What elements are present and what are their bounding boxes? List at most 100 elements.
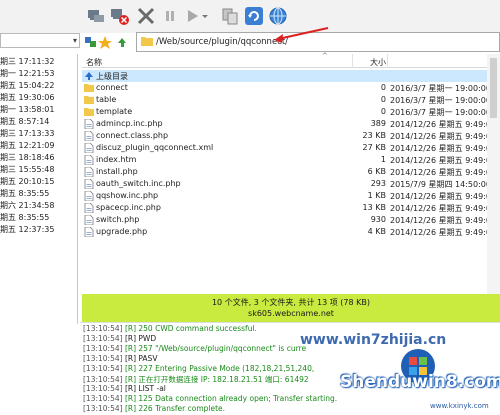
left-path-dropdown[interactable]: ▾ [0,33,80,48]
file-icon [84,130,94,142]
log-timestamp: [13:10:54] [83,384,123,393]
file-row[interactable]: discuz_plugin_qqconnect.xml 27 KB 2014/12/… [82,142,500,154]
log-line: [13:10:54] [R] PWD [83,334,156,343]
file-icon [84,118,94,130]
log-message: [R] PWD [124,334,157,343]
file-row[interactable]: index.htm 1 2014/12/26 星期五 9:49:00 [82,154,500,166]
file-name: upgrade.php [96,227,148,236]
local-file-row[interactable]: 期三 18:18:46 [0,152,54,164]
log-timestamp: [13:10:54] [83,344,123,353]
folder-row[interactable]: template 0 2016/3/7 星期一 19:00:00 [82,106,500,118]
parent-directory-row[interactable]: 上级目录 [82,70,500,82]
file-size: 0 [380,95,386,104]
log-timestamp: [13:10:54] [83,334,123,343]
file-name: install.php [96,167,138,176]
local-file-row[interactable]: 期五 19:30:06 [0,92,54,104]
file-row[interactable]: oauth_switch.inc.php 293 2015/7/9 星期四 14:5… [82,178,500,190]
globe-icon[interactable] [268,6,288,26]
file-row[interactable]: switch.php 930 2014/12/26 星期五 9:49:00 [82,214,500,226]
log-timestamp: [13:10:54] [83,324,123,333]
local-file-list: 期三 17:11:32 期一 12:21:53 期五 15:04:22 期五 19:3… [0,54,78,324]
file-row[interactable]: install.php 6 KB 2014/12/26 星期五 9:49:00 [82,166,500,178]
file-name: template [96,107,133,116]
file-icon [84,166,94,178]
stop-icon[interactable] [136,6,156,26]
folder-icon [84,83,94,93]
local-file-row[interactable]: 期一 13:58:01 [0,104,54,116]
file-size: 389 [370,119,386,128]
watermark-shenduwin8: Shenduwin8.com [340,372,500,392]
file-date: 2015/7/9 星期四 14:50:00 [390,180,491,189]
log-message: [R] 226 Transfer complete. [124,404,226,413]
log-timestamp: [13:10:54] [83,354,123,363]
local-file-row[interactable]: 期五 8:35:55 [0,212,49,224]
file-row[interactable]: spacecp.inc.php 13 KB 2014/12/26 星期五 9:49:… [82,202,500,214]
local-file-row[interactable]: 期五 12:21:09 [0,140,54,152]
disconnect-icon[interactable] [110,6,130,26]
column-divider[interactable] [387,54,388,68]
local-file-row[interactable]: 期六 21:34:58 [0,200,54,212]
scrollbar-thumb[interactable] [490,58,497,118]
folder-row[interactable]: connect 0 2016/3/7 星期一 19:00:00 [82,82,500,94]
play-dropdown-icon[interactable] [200,6,210,26]
file-name: connect.class.php [96,131,169,140]
file-row[interactable]: upgrade.php 4 KB 2014/12/26 星期五 9:49:00 [82,226,500,238]
remote-file-list: 名称 ^ 大小 上级目录 connect 0 2016/3/7 星期一 19:00:… [82,52,500,294]
file-name: spacecp.inc.php [96,203,161,212]
connect-icon[interactable] [86,6,106,26]
pause-icon[interactable] [160,6,180,26]
local-file-row[interactable]: 期五 8:35:55 [0,188,49,200]
file-date: 2016/3/7 星期一 19:00:00 [390,84,491,93]
local-file-row[interactable]: 期三 15:55:48 [0,164,54,176]
file-date: 2014/12/26 星期五 9:49:00 [390,156,497,165]
local-file-row[interactable]: 期五 12:37:35 [0,224,54,236]
file-list-scrollbar[interactable] [487,54,500,294]
queue-icon[interactable] [220,6,240,26]
log-timestamp: [13:10:54] [83,394,123,403]
column-divider[interactable] [352,54,353,68]
log-message: [R] 125 Data connection already open; Tr… [124,394,338,403]
file-date: 2016/3/7 星期一 19:00:00 [390,108,491,117]
log-timestamp: [13:10:54] [83,404,123,413]
column-header-size[interactable]: 大小 [370,57,386,68]
local-file-row[interactable]: 期五 20:10:15 [0,176,54,188]
file-row[interactable]: connect.class.php 23 KB 2014/12/26 星期五 9:4… [82,130,500,142]
file-size: 0 [380,107,386,116]
parent-directory-label: 上级目录 [96,72,128,81]
file-name: discuz_plugin_qqconnect.xml [96,143,214,152]
file-icon [84,214,94,226]
file-date: 2014/12/26 星期五 9:49:00 [390,168,497,177]
favorite-star-icon[interactable] [98,36,112,49]
file-icon [84,178,94,190]
local-file-row[interactable]: 期三 17:11:32 [0,56,54,68]
site-manager-icon[interactable] [85,37,96,47]
local-file-row[interactable]: 期三 17:13:33 [0,128,54,140]
status-summary: 10 个文件, 3 个文件夹, 共计 13 项 (78 KB) [211,298,371,307]
log-message: [R] PASV [124,354,158,363]
chevron-down-icon: ▾ [72,36,77,45]
status-bar: 10 个文件, 3 个文件夹, 共计 13 项 (78 KB) sk605.we… [82,294,500,322]
file-row[interactable]: qqshow.inc.php 1 KB 2014/12/26 星期五 9:49:00 [82,190,500,202]
file-date: 2014/12/26 星期五 9:49:00 [390,144,497,153]
log-line: [13:10:54] [R] 125 Data connection alrea… [83,394,337,403]
file-row[interactable]: admincp.inc.php 389 2014/12/26 星期五 9:49:00 [82,118,500,130]
address-path: /Web/source/plugin/qqconnect/ [156,37,289,47]
file-date: 2014/12/26 星期五 9:49:00 [390,132,497,141]
file-size: 930 [370,215,386,224]
local-file-row[interactable]: 期五 8:57:14 [0,116,49,128]
status-server: sk605.webcname.net [248,309,334,318]
column-header-name[interactable]: 名称 [86,57,102,68]
file-size: 4 KB [367,227,386,236]
file-name: table [96,95,117,104]
refresh-icon[interactable] [244,6,264,26]
log-timestamp: [13:10:54] [83,375,123,384]
up-folder-icon[interactable] [118,38,126,47]
file-name: admincp.inc.php [96,119,163,128]
log-line: [13:10:54] [R] LIST -al [83,384,166,393]
local-file-row[interactable]: 期一 12:21:53 [0,68,54,80]
play-icon[interactable] [182,6,202,26]
annotation-arrow [270,25,330,51]
file-size: 27 KB [362,143,386,152]
local-file-row[interactable]: 期五 15:04:22 [0,80,54,92]
folder-row[interactable]: table 0 2016/3/7 星期一 19:00:00 [82,94,500,106]
